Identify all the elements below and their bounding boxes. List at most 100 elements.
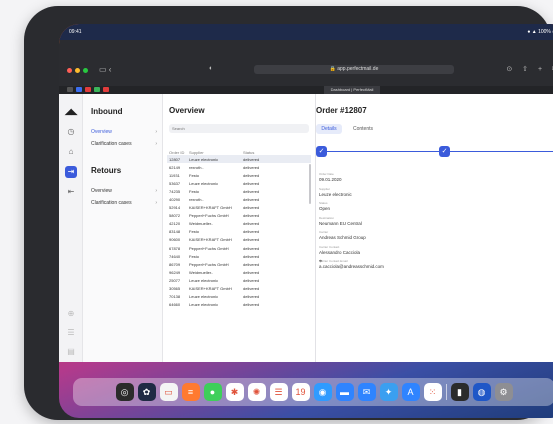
reminders-icon[interactable]: ☰ [269,383,288,401]
close-window-icon[interactable] [67,68,72,73]
table-row[interactable]: 40290 rexroth.. delivered [167,195,311,203]
cell-supplier: Pepperl+Fuchs GmbH [189,213,229,219]
table-row[interactable]: 58072 Pepperl+Fuchs GmbH delivered [167,212,311,220]
menu-item-retours-overview[interactable]: Overview › [91,188,157,194]
appstore-icon[interactable]: A [401,383,420,401]
messages-icon[interactable]: ● [203,383,222,401]
toolbar-right-icons[interactable]: ⊙ ⇧ + ⧉ [506,65,553,74]
photos-icon[interactable]: ✺ [247,383,266,401]
cell-id: 62149 [169,164,181,170]
table-row[interactable]: 42120 Weidmueller.. delivered [167,220,311,228]
minimize-window-icon[interactable] [75,68,80,73]
inbox-icon[interactable]: ⌂ [65,146,77,158]
grid-app-icon[interactable]: ⁙ [423,383,442,401]
detail-field: Carrier Contact Alessandro Cacciola [319,245,360,255]
cell-supplier: rexroth.. [189,197,204,203]
sign-out-icon[interactable]: ⇤ [65,186,77,198]
lists-icon[interactable]: ≡ [181,383,200,401]
tab-favicon[interactable] [76,87,82,92]
tab-favicon[interactable] [85,87,91,92]
settings-icon[interactable]: ⚙ [494,383,513,401]
cell-supplier: Leuze electronic [189,180,219,186]
table-row[interactable]: 25077 Leuze electronic delivered [167,276,311,284]
field-value: Neumann EU Central [319,220,362,226]
detail-field: Carrier Contact Email a.cacciola@andreass… [319,259,384,269]
butterfly-icon[interactable]: ✿ [137,383,156,401]
chevron-right-icon: › [155,188,157,194]
table-row[interactable]: 96249 Weidmueller.. delivered [167,268,311,276]
field-value: Alessandro Cacciola [319,249,361,255]
ipad-screen: 09:41 ● ▲ 100% ▭ ▭ ‹ ◐ 🔒 app.perfectmail… [59,24,553,418]
table-row[interactable]: 70138 Leuze electronic delivered [167,293,311,301]
tab-favicon[interactable] [67,87,73,92]
calendar-icon[interactable]: 19 [291,383,310,401]
notes-icon[interactable]: ▭ [159,383,178,401]
search-input[interactable] [169,124,309,133]
detail-field: Carrier Andreas Schmid Group [319,230,366,240]
logo-icon: ◢◣ [65,107,78,116]
safari-icon[interactable]: ◉ [313,383,332,401]
table-row[interactable]: 67878 Pepperl+Fuchs GmbH delivered [167,244,311,252]
table-row[interactable]: 74235 Festo delivered [167,187,311,195]
dock: ◎ ✿ ▭ ≡ ● ✱ ✺ ☰ 19 ◉ ▬ ✉ ✦ A ⁙ ▮ ◍ ⚙ [73,378,553,406]
tab-favicon[interactable] [94,87,100,92]
fingerprint-icon[interactable]: ◎ [115,383,134,401]
field-label: Supplier [319,186,331,191]
retours-heading: Retours [91,166,122,175]
back-forward-icons[interactable]: ▭ ‹ [99,65,111,74]
tab-contents[interactable]: Contents [353,124,373,134]
slack-icon[interactable]: ✱ [225,383,244,401]
cell-id: 70138 [169,294,181,300]
detail-field: Destination Neumann EU Central [319,216,362,226]
cell-id: 86709 [169,261,181,267]
field-label: Destination [319,215,335,220]
sign-in-icon[interactable]: ⇥ [65,166,77,178]
tab-details[interactable]: Details [316,124,342,134]
mail-icon[interactable]: ✉ [357,383,376,401]
voice-memos-icon[interactable]: ▮ [450,383,469,401]
cell-status: delivered [243,164,260,170]
menu-item-label: Overview [91,188,112,194]
globe-icon[interactable]: ◍ [472,383,491,401]
table-row[interactable]: 30565 KAISER+KRAFT GmbH delivered [167,285,311,293]
table-row[interactable]: 12807 Leuze electronic delivered [167,155,311,164]
clock-icon[interactable]: ◷ [65,126,77,138]
active-browser-tab[interactable]: Dashboard | PerfectMail [324,86,380,94]
cell-status: delivered [243,172,260,178]
address-bar[interactable]: 🔒 app.perfectmail.de [254,65,454,74]
field-label: Order Date [319,172,334,176]
cell-supplier: KAISER+KRAFT GmbH [189,237,232,243]
table-row[interactable]: 64660 Leuze electronic delivered [167,301,311,309]
table-row[interactable]: 52914 KAISER+KRAFT GmbH delivered [167,204,311,212]
shield-icon[interactable]: ◐ [209,65,213,72]
cell-id: 42120 [169,221,181,227]
cell-id: 67878 [169,245,181,251]
mouse-pointer-icon: ⌖ [319,259,323,265]
cell-supplier: Pepperl+Fuchs GmbH [189,261,229,267]
table-row[interactable]: 74640 Festo delivered [167,252,311,260]
ipad-status-bar: 09:41 ● ▲ 100% ▭ [59,24,553,40]
files-icon[interactable]: ▬ [335,383,354,401]
orders-table: Order ID Supplier Status 12807 Leuze elec… [167,149,311,309]
field-value: Open [319,206,331,211]
menu-item-inbound-clarification[interactable]: Clarification cases › [91,141,157,147]
table-row[interactable]: 62149 rexroth.. delivered [167,163,311,171]
table-icon[interactable]: ▤ [65,346,77,358]
lock-icon: 🔒 [329,66,336,72]
tab-favicon[interactable] [103,87,109,92]
scrollbar[interactable] [309,164,311,204]
twitter-icon[interactable]: ✦ [379,383,398,401]
menu-item-retours-clarification[interactable]: Clarification cases › [91,200,157,206]
table-row[interactable]: 11931 Festo delivered [167,171,311,179]
field-label: Carrier Contact Email [319,259,348,263]
table-row[interactable]: 53637 Leuze electronic delivered [167,179,311,187]
cell-supplier: Festo [189,172,200,178]
tab-favicons[interactable] [67,87,109,92]
menu-item-inbound-overview[interactable]: Overview › [91,129,157,135]
database-icon[interactable]: ☰ [65,327,77,339]
table-row[interactable]: 86709 Pepperl+Fuchs GmbH delivered [167,260,311,268]
plus-circle-icon[interactable]: ⊕ [65,308,77,320]
table-row[interactable]: 83148 Festo delivered [167,228,311,236]
table-row[interactable]: 90600 KAISER+KRAFT GmbH delivered [167,236,311,244]
zoom-window-icon[interactable] [83,68,88,73]
